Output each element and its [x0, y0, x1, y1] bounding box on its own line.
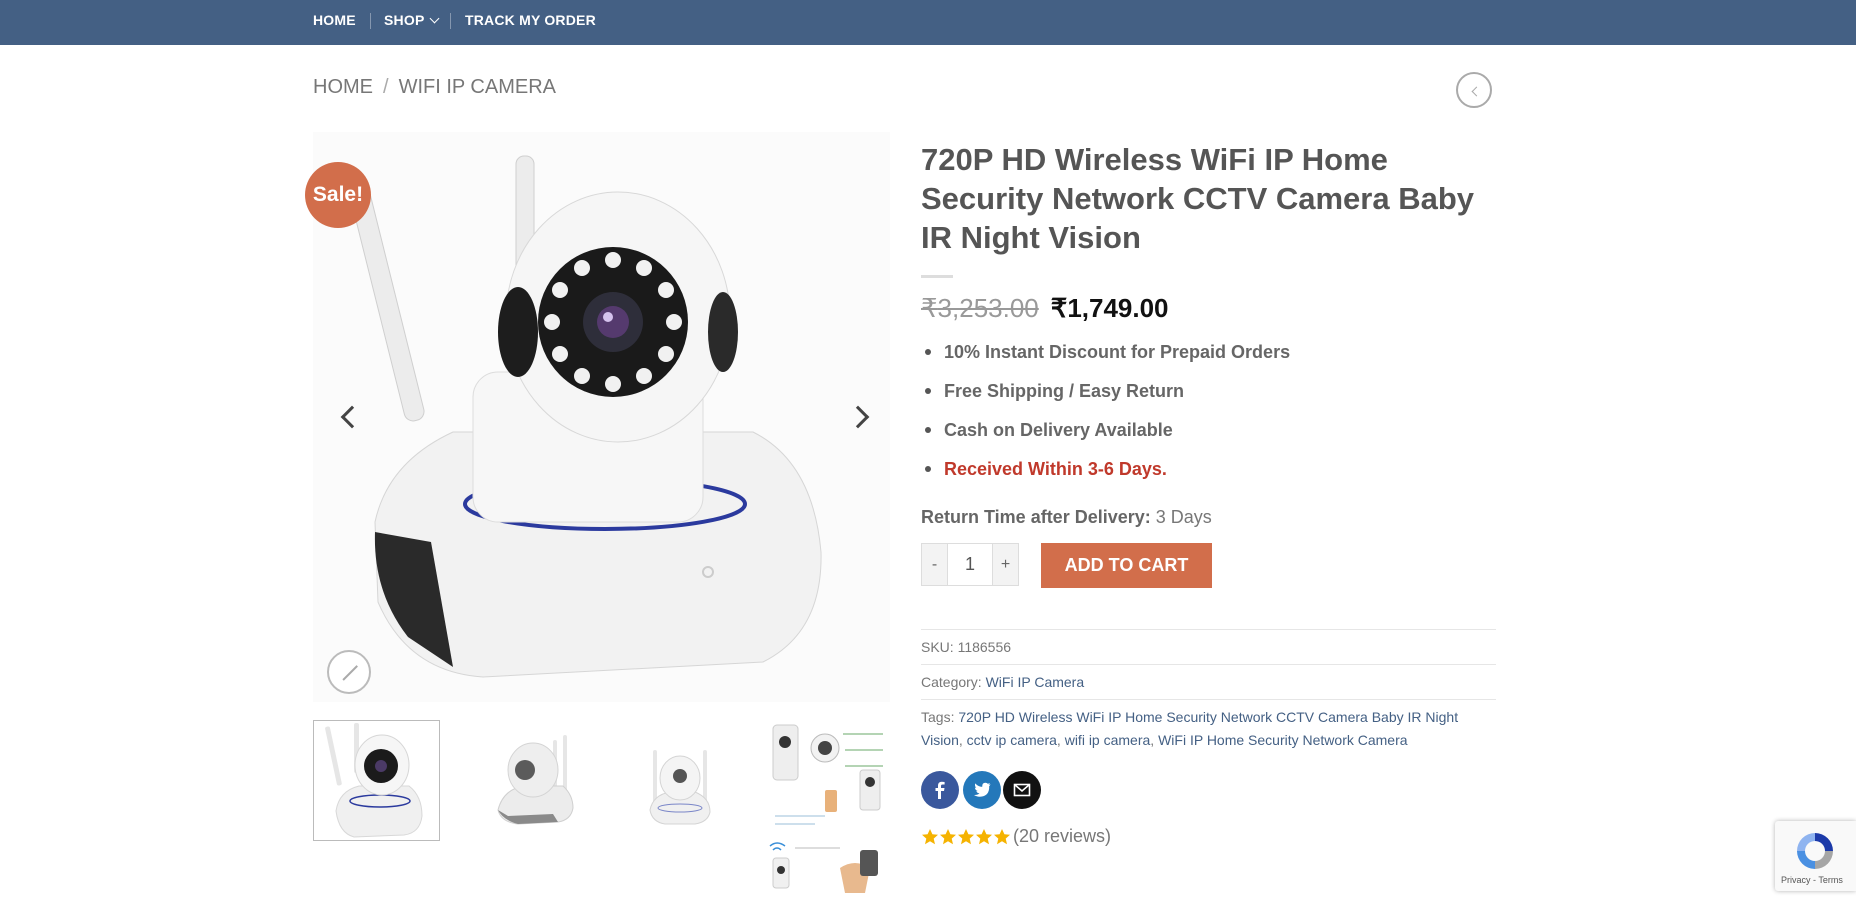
breadcrumb-category[interactable]: WIFI IP CAMERA — [399, 76, 556, 98]
sku-label: SKU: — [921, 639, 954, 655]
camera-image — [347, 155, 822, 678]
breadcrumb-separator: / — [383, 76, 389, 98]
twitter-icon — [974, 782, 991, 797]
tags-label: Tags: — [921, 709, 955, 725]
thumbnail-1[interactable] — [313, 720, 440, 841]
nav-home[interactable]: HOME — [313, 0, 356, 45]
nav-shop[interactable]: SHOP — [384, 0, 440, 45]
thumbnail-image — [765, 720, 890, 841]
recaptcha-badge[interactable]: Privacy - Terms — [1775, 821, 1856, 891]
sku-row: SKU: 1186556 — [921, 636, 1496, 659]
chevron-left-icon — [1471, 86, 1482, 97]
currency-symbol: ₹ — [1050, 293, 1068, 323]
feature-item: 10% Instant Discount for Prepaid Orders — [921, 339, 1290, 378]
thumbnail-5[interactable] — [765, 838, 890, 897]
return-time: Return Time after Delivery: 3 Days — [921, 507, 1212, 528]
star-rating-icon — [922, 829, 1010, 845]
share-twitter-button[interactable] — [963, 771, 1001, 809]
breadcrumb: HOME / WIFI IP CAMERA — [313, 76, 556, 99]
facebook-icon — [935, 781, 945, 799]
gallery-prev-arrow[interactable] — [334, 397, 364, 437]
product-rating: (20 reviews) — [921, 826, 1111, 847]
share-facebook-button[interactable] — [921, 771, 959, 809]
recaptcha-icon — [1797, 833, 1833, 869]
meta-divider — [921, 664, 1496, 665]
category-row: Category: WiFi IP Camera — [921, 671, 1496, 694]
feature-list: 10% Instant Discount for Prepaid Orders … — [921, 339, 1290, 495]
nav-divider — [450, 13, 451, 29]
nav-divider — [370, 13, 371, 29]
nav-track-order[interactable]: TRACK MY ORDER — [465, 0, 596, 45]
quantity-input[interactable] — [948, 543, 992, 586]
envelope-icon — [1013, 783, 1031, 797]
quantity-increase-button[interactable]: + — [992, 543, 1019, 586]
meta-divider — [921, 699, 1496, 700]
top-nav: HOME SHOP TRACK MY ORDER — [0, 0, 1856, 45]
thumbnail-2[interactable] — [473, 720, 600, 841]
previous-product-button[interactable] — [1456, 72, 1492, 108]
breadcrumb-home[interactable]: HOME — [313, 76, 373, 98]
thumbnail-image — [769, 842, 878, 893]
chevron-down-icon — [430, 13, 440, 24]
thumbnail-image — [325, 723, 423, 838]
feature-item: Cash on Delivery Available — [921, 417, 1290, 456]
main-product-image[interactable] — [313, 132, 890, 702]
expand-image-button[interactable] — [327, 650, 371, 694]
chevron-right-icon — [846, 405, 870, 429]
expand-icon — [342, 665, 358, 681]
price-new: ₹1,749.00 — [1051, 293, 1169, 323]
chevron-left-icon — [340, 405, 364, 429]
reviews-link[interactable]: (20 reviews) — [1013, 826, 1111, 846]
thumbnail-3[interactable] — [615, 720, 742, 841]
return-time-label: Return Time after Delivery: — [921, 507, 1151, 527]
return-time-value: 3 Days — [1155, 507, 1212, 527]
recaptcha-footer[interactable]: Privacy - Terms — [1781, 875, 1843, 885]
title-divider — [921, 275, 953, 278]
nav-shop-label: SHOP — [384, 12, 425, 28]
gallery-next-arrow[interactable] — [846, 397, 876, 437]
category-label: Category: — [921, 674, 982, 690]
product-title: 720P HD Wireless WiFi IP Home Security N… — [921, 142, 1475, 255]
tags-row: Tags: 720P HD Wireless WiFi IP Home Secu… — [921, 709, 1459, 748]
sku-value: 1186556 — [957, 639, 1012, 655]
currency-symbol: ₹ — [921, 293, 938, 323]
feature-item-delivery: Received Within 3-6 Days. — [921, 456, 1290, 495]
tag-link[interactable]: cctv ip camera — [967, 732, 1057, 748]
price-block: ₹3,253.00 ₹1,749.00 — [921, 293, 1169, 324]
category-link[interactable]: WiFi IP Camera — [986, 674, 1085, 690]
thumbnail-image — [649, 750, 711, 825]
tag-link[interactable]: wifi ip camera — [1065, 732, 1151, 748]
feature-item: Free Shipping / Easy Return — [921, 378, 1290, 417]
add-to-cart-button[interactable]: ADD TO CART — [1041, 543, 1212, 588]
share-email-button[interactable] — [1003, 771, 1041, 809]
tag-link[interactable]: WiFi IP Home Security Network Camera — [1158, 732, 1407, 748]
sale-badge: Sale! — [305, 162, 371, 228]
quantity-decrease-button[interactable]: - — [921, 543, 948, 586]
price-old: ₹3,253.00 — [921, 293, 1039, 323]
thumbnail-4[interactable] — [765, 720, 890, 841]
meta-divider — [921, 629, 1496, 630]
price-new-value: 1,749.00 — [1067, 293, 1169, 323]
thumbnail-image — [497, 735, 574, 825]
price-old-value: 3,253.00 — [937, 293, 1039, 323]
